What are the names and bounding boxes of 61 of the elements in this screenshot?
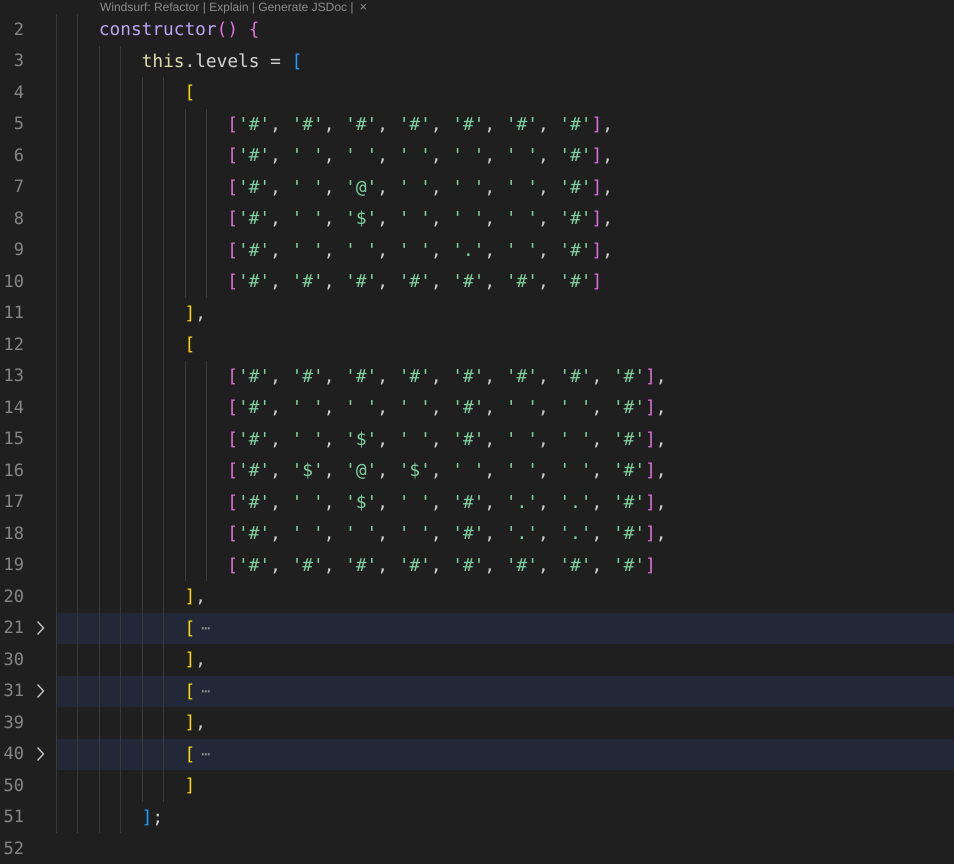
line-number: 50 bbox=[2, 776, 24, 796]
code-line: ['#', ' ', '$', ' ', ' ', ' ', '#'], bbox=[226, 208, 613, 230]
code-line: [ bbox=[183, 618, 196, 639]
code-line: ['#', '$', '@', '$', ' ', ' ', ' ', '#'], bbox=[226, 460, 667, 482]
line-number: 40 bbox=[2, 744, 24, 764]
line-number: 21 bbox=[2, 618, 24, 638]
line-number: 10 bbox=[2, 272, 24, 292]
line-number: 2 bbox=[12, 20, 24, 40]
code-line: [ bbox=[183, 82, 196, 104]
line-number: 5 bbox=[12, 114, 24, 134]
code-line: ], bbox=[183, 712, 206, 734]
line-number: 19 bbox=[2, 555, 24, 576]
code-line: ['#', '#', '#', '#', '#', '#', '#'] bbox=[226, 271, 602, 292]
line-number: 3 bbox=[12, 51, 24, 72]
line-number: 16 bbox=[2, 460, 24, 481]
code-line: ['#', ' ', ' ', ' ', '#', '.', '.', '#'], bbox=[226, 523, 667, 544]
folded-ellipsis[interactable]: ⋯ bbox=[201, 745, 210, 764]
codelens-actions[interactable]: Windsurf: Refactor | Explain | Generate JSDoc | bbox=[100, 0, 354, 14]
chevron-right-icon[interactable] bbox=[36, 746, 44, 762]
folded-ellipsis[interactable]: ⋯ bbox=[201, 619, 210, 638]
code-line: ], bbox=[183, 586, 206, 608]
line-number: 9 bbox=[12, 240, 24, 260]
chevron-right-icon[interactable] bbox=[36, 620, 44, 636]
code-line: constructor() { bbox=[98, 19, 260, 40]
line-number: 18 bbox=[2, 524, 24, 544]
code-line: ['#', '#', '#', '#', '#', '#', '#', '#'] bbox=[226, 554, 656, 576]
chevron-right-icon[interactable] bbox=[36, 683, 44, 700]
line-number: 39 bbox=[2, 712, 24, 733]
code-line: ['#', ' ', '@', ' ', ' ', ' ', '#'], bbox=[226, 176, 613, 198]
code-line: ['#', '#', '#', '#', '#', '#', '#', '#'], bbox=[226, 366, 667, 387]
code-line: ['#', ' ', ' ', ' ', '#', ' ', ' ', '#'], bbox=[226, 397, 667, 418]
code-line: ['#', ' ', '$', ' ', '#', '.', '.', '#'], bbox=[226, 492, 667, 513]
line-number: 14 bbox=[2, 398, 24, 418]
line-number: 51 bbox=[2, 807, 24, 828]
code-line: ['#', ' ', ' ', ' ', '.', ' ', '#'], bbox=[226, 240, 613, 261]
folded-ellipsis[interactable]: ⋯ bbox=[201, 682, 210, 700]
code-line: ]; bbox=[140, 806, 164, 828]
line-number: 8 bbox=[12, 208, 24, 229]
line-number: 11 bbox=[2, 303, 24, 324]
line-number: 6 bbox=[12, 146, 24, 166]
code-line: ['#', '#', '#', '#', '#', '#', '#'], bbox=[226, 114, 613, 135]
line-number: 12 bbox=[2, 334, 24, 355]
line-number: 17 bbox=[2, 492, 24, 512]
code-line: [ bbox=[183, 334, 196, 356]
code-line: ] bbox=[183, 775, 196, 796]
line-number: 4 bbox=[12, 82, 24, 103]
line-number: 15 bbox=[2, 429, 24, 450]
code-line: ], bbox=[183, 649, 206, 670]
line-number: 30 bbox=[2, 650, 24, 670]
line-number: 20 bbox=[2, 586, 24, 607]
line-number: 13 bbox=[2, 366, 24, 386]
close-icon[interactable]: × bbox=[359, 0, 368, 14]
code-line: [ bbox=[183, 744, 196, 765]
code-line: [ bbox=[183, 680, 196, 702]
code-line: ['#', ' ', '$', ' ', '#', ' ', ' ', '#'], bbox=[226, 428, 667, 450]
code-line: this.levels = [ bbox=[140, 50, 302, 72]
line-number: 31 bbox=[2, 681, 24, 702]
code-line: ['#', ' ', ' ', ' ', ' ', ' ', '#'], bbox=[226, 145, 613, 166]
code-line: ], bbox=[183, 302, 206, 324]
line-number: 52 bbox=[2, 838, 24, 859]
line-number: 7 bbox=[12, 177, 24, 198]
